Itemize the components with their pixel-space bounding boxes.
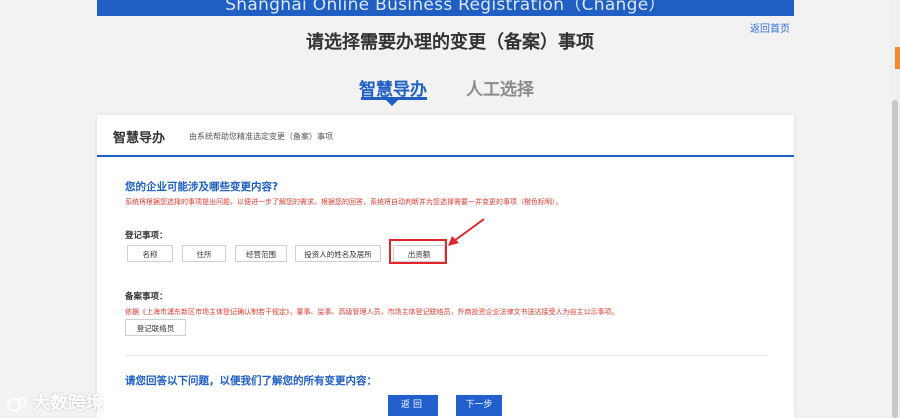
- card-subtitle: 由系统帮助您精准选定变更（备案）事项: [189, 132, 333, 141]
- card-title: 智慧导办: [113, 131, 166, 146]
- option-address[interactable]: 住所: [182, 245, 226, 262]
- option-investor-name-residence[interactable]: 投资人的姓名及居所: [295, 245, 381, 262]
- next-button[interactable]: 下一步: [456, 395, 502, 416]
- card-accent-line: [97, 155, 794, 157]
- tab-manual-select[interactable]: 人工选择: [466, 75, 534, 100]
- watermark: 大数跨境: [6, 389, 104, 415]
- highlight-box: [389, 239, 447, 264]
- red-arrow-icon: [448, 218, 485, 246]
- page-title: 请选择需要办理的变更（备案）事项: [306, 32, 594, 53]
- question-description: 系统将根据您选择的事项提出问题，以便进一步了解您的需求。根据您的回答，系统将自动…: [125, 198, 563, 206]
- top-banner: Shanghai Online Business Registration（Ch…: [97, 0, 794, 16]
- card-header: 智慧导办 由系统帮助您精准选定变更（备案）事项: [97, 115, 794, 156]
- filing-description: 依据《上海市浦东新区市场主体登记确认制若干规定》，董事、监事、高级管理人员，市场…: [125, 308, 619, 316]
- back-button[interactable]: 返回: [388, 395, 438, 416]
- watermark-logo-icon: [7, 397, 27, 412]
- section-divider: [125, 355, 766, 356]
- side-float-tab[interactable]: [895, 47, 900, 69]
- filing-items-label: 备案事项：: [125, 292, 168, 302]
- option-business-scope[interactable]: 经营范围: [235, 245, 287, 262]
- questions-title: 请您回答以下问题，以便我们了解您的所有变更内容：: [125, 375, 377, 387]
- option-registration-contact[interactable]: 登记联络员: [125, 319, 186, 336]
- watermark-text: 大数跨境: [32, 393, 104, 414]
- active-tab-caret-icon: [386, 100, 398, 106]
- registration-items-label: 登记事项：: [125, 231, 168, 241]
- option-name[interactable]: 名称: [127, 245, 173, 262]
- banner-title: Shanghai Online Business Registration（Ch…: [225, 0, 666, 15]
- smart-guide-card: 智慧导办 由系统帮助您精准选定变更（备案）事项 您的企业可能涉及哪些变更内容? …: [97, 115, 794, 418]
- question-title: 您的企业可能涉及哪些变更内容?: [125, 181, 279, 193]
- scrollbar-thumb[interactable]: [892, 100, 898, 418]
